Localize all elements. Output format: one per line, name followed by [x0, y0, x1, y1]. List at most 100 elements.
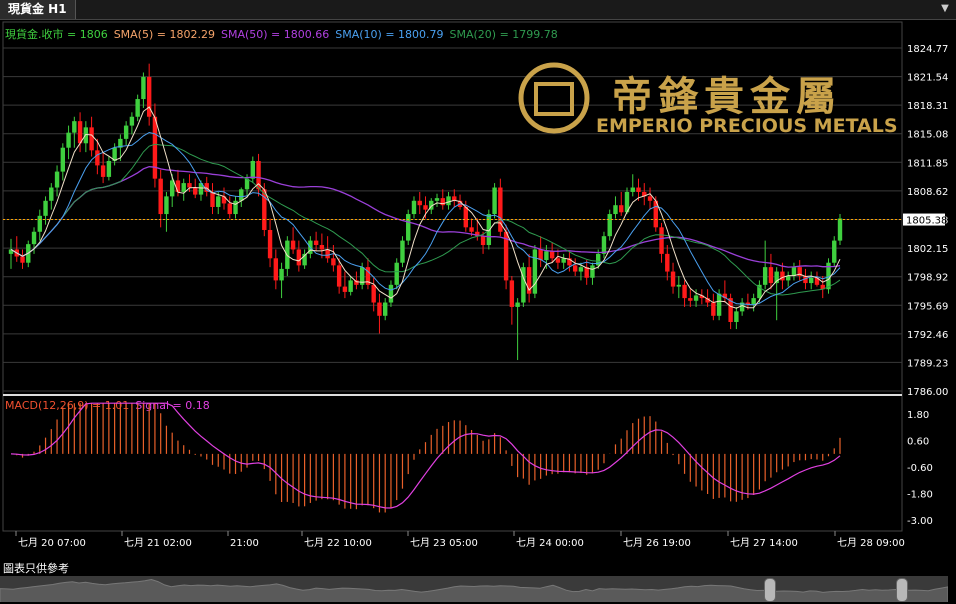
overview-area: [0, 578, 948, 602]
candle: [555, 249, 561, 269]
candle: [734, 306, 739, 330]
chevron-down-icon[interactable]: ▼: [938, 3, 952, 15]
price-tick-label: 1821.54: [907, 73, 948, 84]
macd-tick-label: 1.80: [907, 410, 929, 421]
candle-body: [578, 267, 584, 272]
candle-body: [394, 262, 399, 285]
candle: [434, 193, 440, 207]
candle-body: [832, 240, 837, 263]
candle-body: [20, 256, 25, 263]
candle-body: [446, 196, 451, 206]
candle-body: [83, 127, 89, 144]
candle: [210, 183, 215, 215]
candle-body: [469, 227, 474, 232]
candle: [515, 298, 520, 361]
brand-logo: 帝鋒貴金屬EMPERIO PRECIOUS METALS: [518, 62, 898, 137]
legend-item: 現貨金.收市 = 1806: [5, 27, 108, 41]
candle-body: [480, 236, 486, 246]
candle-body: [423, 205, 428, 210]
x-tick-label: 七月 28 09:00: [837, 537, 905, 549]
macd-histogram: [16, 403, 841, 513]
candle-body: [607, 214, 612, 237]
candle-body: [31, 231, 37, 245]
candle-body: [290, 240, 296, 250]
legend-item: SMA(20) = 1799.78: [450, 28, 558, 41]
price-tick-label: 1789.23: [907, 358, 948, 369]
x-tick-label: 七月 24 00:00: [516, 537, 584, 549]
candle: [331, 245, 336, 272]
candle: [123, 121, 129, 146]
x-tick-label: 七月 26 19:00: [623, 537, 691, 549]
legend-item: SMA(5) = 1802.29: [114, 28, 215, 41]
candle: [371, 277, 376, 312]
candle: [233, 196, 238, 219]
scrollbar-right-handle[interactable]: [896, 578, 908, 602]
candle: [768, 253, 774, 290]
candle: [509, 275, 515, 325]
candle-body: [100, 165, 106, 177]
legend-item: SMA(10) = 1800.79: [335, 28, 443, 41]
candle: [739, 298, 745, 316]
candle-body: [388, 284, 394, 303]
candle: [797, 260, 802, 281]
candle-body: [210, 191, 215, 207]
candle: [72, 116, 77, 148]
candle: [400, 236, 405, 268]
candle-body: [619, 205, 624, 213]
candle: [262, 183, 267, 237]
candle-body: [193, 187, 198, 195]
candle: [492, 183, 497, 219]
candle-body: [463, 206, 468, 228]
current-price-label: 1805.38: [906, 216, 947, 227]
candle-body: [158, 178, 163, 215]
candle: [642, 183, 647, 206]
candle-body: [711, 302, 716, 316]
chart-scrollbar[interactable]: [0, 576, 948, 602]
x-tick-label: 七月 23 05:00: [410, 537, 478, 549]
candle: [411, 196, 417, 219]
candle-body: [279, 268, 284, 281]
candle: [607, 209, 612, 241]
scrollbar-left-handle[interactable]: [764, 578, 776, 602]
candle-body: [762, 267, 768, 285]
candle-body: [227, 203, 232, 215]
logo-emblem-inner: [534, 82, 574, 116]
candle-body: [325, 249, 330, 259]
macd-tick-label: -1.80: [907, 490, 933, 501]
candle-body: [123, 125, 129, 139]
candle: [809, 271, 814, 290]
candle: [296, 240, 302, 272]
candle: [169, 174, 175, 207]
disclaimer-text: 圖表只供參考: [3, 562, 69, 575]
candle-body: [659, 227, 664, 254]
candle-body: [43, 200, 48, 216]
candle-body: [613, 205, 618, 215]
price-tick-label: 1818.31: [907, 101, 948, 112]
candle-body: [532, 249, 538, 294]
candle-body: [665, 253, 670, 272]
candle-body: [141, 76, 146, 100]
candle: [832, 236, 837, 268]
candle-body: [239, 189, 244, 201]
candle-body: [54, 171, 60, 188]
candle-body: [492, 187, 497, 215]
candle-body: [509, 280, 515, 307]
price-tick-label: 1786.00: [907, 387, 948, 398]
candle: [181, 178, 186, 201]
candle-body: [216, 196, 221, 207]
candle: [572, 258, 578, 276]
candle: [549, 242, 555, 263]
candle-body: [768, 267, 774, 284]
candle: [37, 209, 42, 241]
candle: [267, 218, 273, 268]
candle: [601, 231, 607, 259]
candle: [665, 245, 670, 281]
candle-body: [164, 196, 169, 215]
candle-body: [434, 198, 440, 201]
signal-line: [10, 402, 841, 509]
chart-tab[interactable]: 現貨金 H1: [0, 0, 76, 19]
candle-body: [72, 121, 77, 133]
candle: [613, 196, 618, 219]
legend-item: SMA(50) = 1800.66: [221, 28, 329, 41]
price-tick-label: 1815.08: [907, 130, 948, 141]
